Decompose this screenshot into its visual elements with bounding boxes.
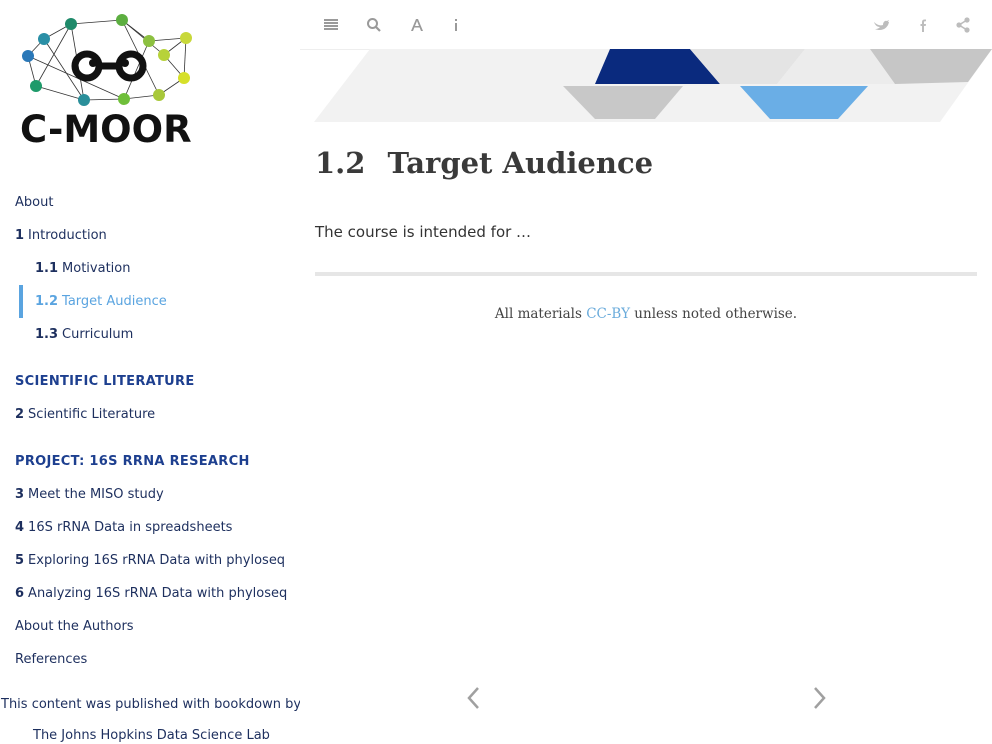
- banner-graphic: [314, 49, 992, 122]
- section-header-project: PROJECT: 16S RRNA RESEARCH: [15, 454, 250, 469]
- nav-motivation-label: Motivation: [62, 261, 131, 276]
- nav-exploring-phyloseq-label: Exploring 16S rRNA Data with phyloseq: [28, 553, 286, 568]
- section-number: 1.1: [35, 261, 59, 276]
- info-icon[interactable]: [445, 14, 467, 36]
- chapter-number: 6: [15, 586, 25, 601]
- nav-16s-spreadsheets[interactable]: 4 16S rRNA Data in spreadsheets: [15, 520, 232, 536]
- nav-references[interactable]: References: [15, 652, 87, 668]
- nav-motivation[interactable]: 1.1 Motivation: [35, 261, 130, 277]
- nav-about[interactable]: About: [15, 195, 53, 211]
- cc-by-link[interactable]: CC-BY: [586, 306, 630, 322]
- chapter-number: 5: [15, 553, 25, 568]
- nav-scientific-literature-label: Scientific Literature: [28, 407, 156, 422]
- toolbar: [300, 0, 992, 50]
- menu-icon[interactable]: [320, 14, 342, 36]
- license-suffix: unless noted otherwise.: [630, 306, 798, 322]
- section-number: 1.3: [35, 327, 59, 342]
- footer-divider: [315, 272, 977, 276]
- page-title: 1.2 Target Audience: [315, 146, 653, 180]
- nav-meet-miso-label: Meet the MISO study: [28, 487, 164, 502]
- svg-text:C-MOOR: C-MOOR: [20, 108, 192, 151]
- page-title-number: 1.2: [315, 146, 366, 180]
- license-notice: All materials CC-BY unless noted otherwi…: [0, 306, 992, 322]
- share-icon[interactable]: [952, 14, 974, 36]
- c-moor-logo[interactable]: C-MOOR: [14, 8, 214, 153]
- jhu-data-science-lab-link[interactable]: The Johns Hopkins Data Science Lab: [33, 728, 270, 743]
- section-header-scientific-literature: SCIENTIFIC LITERATURE: [15, 374, 195, 389]
- body-paragraph: The course is intended for …: [315, 223, 532, 241]
- nav-scientific-literature[interactable]: 2 Scientific Literature: [15, 407, 155, 423]
- next-page-icon[interactable]: [809, 684, 829, 712]
- chapter-number: 2: [15, 407, 25, 422]
- nav-meet-miso[interactable]: 3 Meet the MISO study: [15, 487, 164, 503]
- page-title-text: Target Audience: [387, 146, 654, 180]
- nav-about-label: About: [15, 195, 54, 210]
- nav-curriculum-label: Curriculum: [62, 327, 134, 342]
- nav-references-label: References: [15, 652, 88, 667]
- nav-analyzing-phyloseq[interactable]: 6 Analyzing 16S rRNA Data with phyloseq: [15, 586, 287, 602]
- search-icon[interactable]: [363, 14, 385, 36]
- license-prefix: All materials: [494, 306, 587, 322]
- nav-about-authors-label: About the Authors: [15, 619, 134, 634]
- nav-exploring-phyloseq[interactable]: 5 Exploring 16S rRNA Data with phyloseq: [15, 553, 285, 569]
- twitter-icon[interactable]: [870, 14, 892, 36]
- nav-introduction[interactable]: 1 Introduction: [15, 228, 107, 244]
- nav-16s-spreadsheets-label: 16S rRNA Data in spreadsheets: [28, 520, 233, 535]
- published-with-text: This content was published with bookdown…: [1, 697, 300, 712]
- chapter-number: 1: [15, 228, 25, 243]
- font-icon[interactable]: [406, 14, 428, 36]
- nav-about-authors[interactable]: About the Authors: [15, 619, 134, 635]
- nav-curriculum[interactable]: 1.3 Curriculum: [35, 327, 133, 343]
- chapter-number: 4: [15, 520, 25, 535]
- facebook-icon[interactable]: [912, 14, 934, 36]
- previous-page-icon[interactable]: [464, 684, 484, 712]
- nav-introduction-label: Introduction: [28, 228, 107, 243]
- chapter-number: 3: [15, 487, 25, 502]
- nav-analyzing-phyloseq-label: Analyzing 16S rRNA Data with phyloseq: [28, 586, 288, 601]
- sidebar: C-MOOR About 1 Introduction 1.1 Motivation…: [0, 0, 300, 744]
